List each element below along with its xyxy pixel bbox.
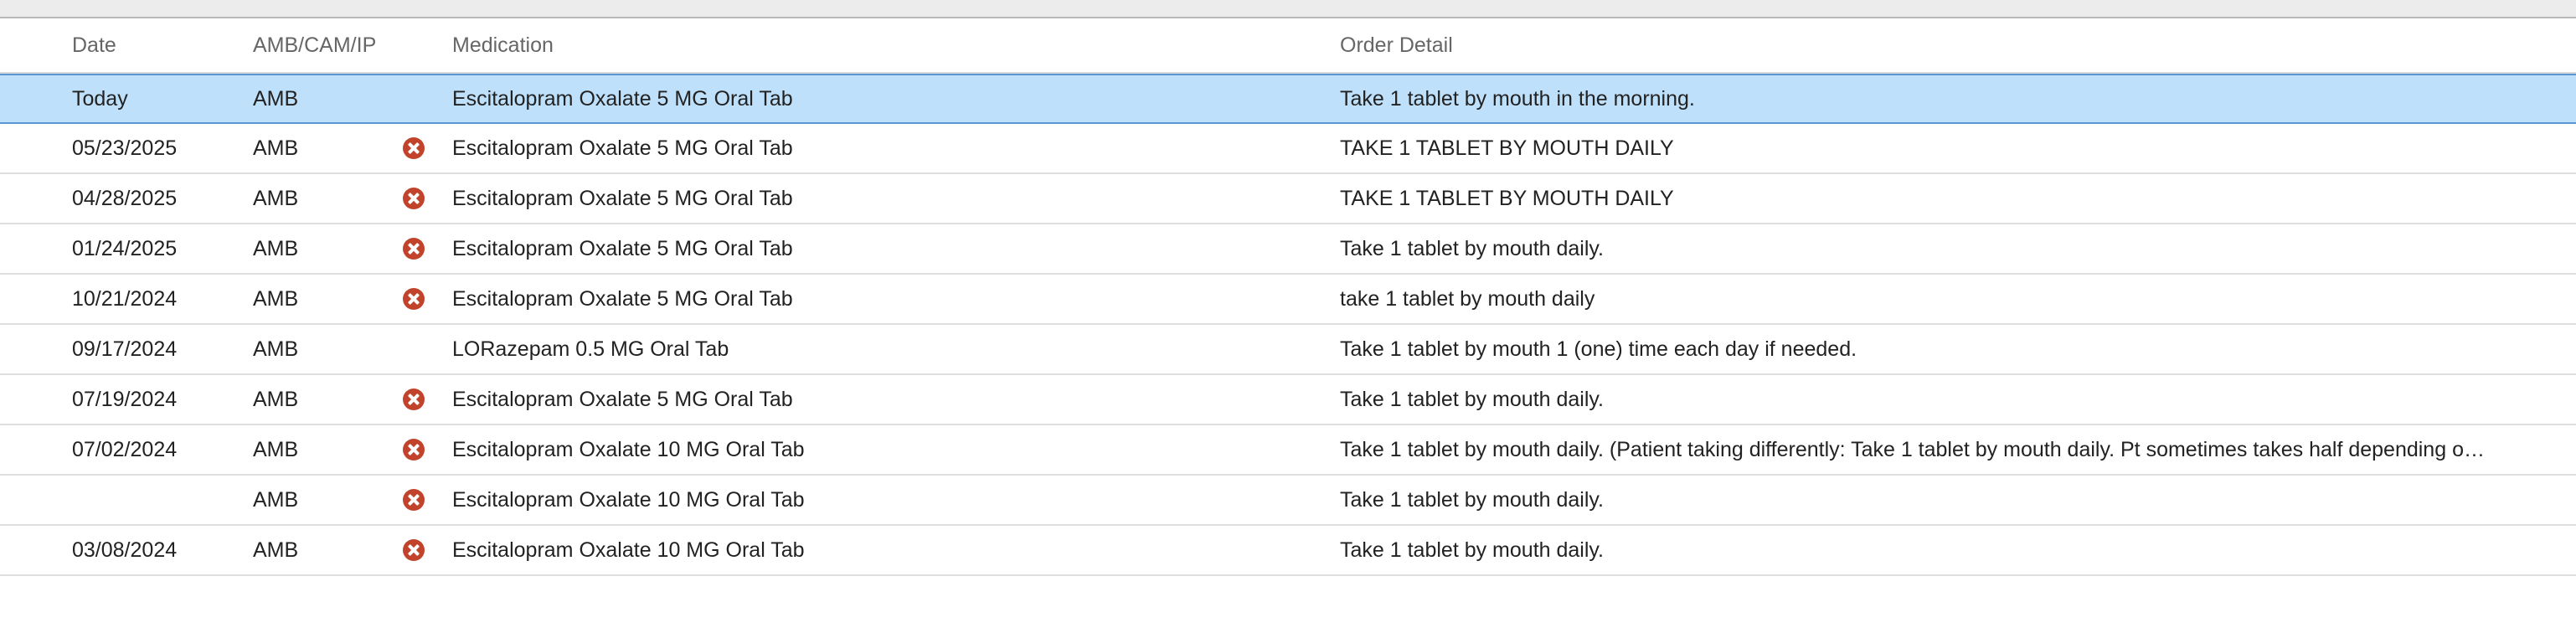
x-circle-icon [403,489,425,511]
row-date: 07/02/2024 [72,437,178,461]
row-date: 05/23/2025 [72,136,178,160]
row-status [397,476,430,524]
row-status [397,75,430,122]
top-toolbar-strip [0,0,2576,18]
row-order-detail: Take 1 tablet by mouth 1 (one) time each… [1340,337,1857,361]
table-row[interactable]: 07/19/2024 AMB Escitalopram Oxalate 5 MG O… [0,375,2576,425]
medication-history-table: Date AMB/CAM/IP Medication Order Detail … [0,18,2576,576]
table-header: Date AMB/CAM/IP Medication Order Detail [0,18,2576,74]
row-medication: Escitalopram Oxalate 5 MG Oral Tab [452,186,793,210]
row-medication: Escitalopram Oxalate 10 MG Oral Tab [452,487,805,512]
row-medication: Escitalopram Oxalate 5 MG Oral Tab [452,86,793,111]
row-medication: Escitalopram Oxalate 5 MG Oral Tab [452,136,793,160]
row-order-detail: Take 1 tablet by mouth daily. (Patient t… [1340,438,2485,461]
row-date [72,476,240,524]
table-row[interactable]: AMB Escitalopram Oxalate 10 MG Oral Tab Ta… [0,476,2576,526]
row-order-detail: TAKE 1 TABLET BY MOUTH DAILY [1340,136,1674,160]
row-date: 07/19/2024 [72,387,178,411]
table-body: Today AMB Escitalopram Oxalate 5 MG Oral T… [0,74,2576,576]
row-order-detail: take 1 tablet by mouth daily [1340,287,1595,311]
row-medication: Escitalopram Oxalate 10 MG Oral Tab [452,437,805,461]
row-order-detail: TAKE 1 TABLET BY MOUTH DAILY [1340,187,1674,210]
table-row[interactable]: 10/21/2024 AMB Escitalopram Oxalate 5 MG O… [0,275,2576,325]
row-medication: Escitalopram Oxalate 10 MG Oral Tab [452,538,805,562]
column-header-order-detail[interactable]: Order Detail [1340,18,2568,72]
column-header-amb-cam-ip[interactable]: AMB/CAM/IP [253,18,395,72]
x-circle-icon [403,188,425,209]
row-order-detail: Take 1 tablet by mouth in the morning. [1340,87,1695,111]
x-circle-icon [403,238,425,260]
table-row[interactable]: Today AMB Escitalopram Oxalate 5 MG Oral T… [0,74,2576,124]
row-amb-cam-ip: AMB [253,538,299,562]
row-amb-cam-ip: AMB [253,186,299,210]
row-medication: LORazepam 0.5 MG Oral Tab [452,337,729,361]
row-status [397,275,430,323]
row-status [397,375,430,424]
x-circle-icon [403,539,425,561]
row-order-detail: Take 1 tablet by mouth daily. [1340,488,1604,512]
row-status [397,224,430,273]
table-row[interactable]: 03/08/2024 AMB Escitalopram Oxalate 10 MG … [0,526,2576,576]
row-medication: Escitalopram Oxalate 5 MG Oral Tab [452,286,793,311]
row-amb-cam-ip: AMB [253,337,299,361]
table-row[interactable]: 01/24/2025 AMB Escitalopram Oxalate 5 MG O… [0,224,2576,275]
row-status [397,526,430,574]
row-amb-cam-ip: AMB [253,286,299,311]
row-date: Today [72,86,128,111]
table-row[interactable]: 04/28/2025 AMB Escitalopram Oxalate 5 MG O… [0,174,2576,224]
row-amb-cam-ip: AMB [253,487,299,512]
row-medication: Escitalopram Oxalate 5 MG Oral Tab [452,236,793,260]
row-date: 01/24/2025 [72,236,178,260]
row-date: 03/08/2024 [72,538,178,562]
row-order-detail: Take 1 tablet by mouth daily. [1340,538,1604,562]
row-status [397,124,430,172]
table-row[interactable]: 07/02/2024 AMB Escitalopram Oxalate 10 MG … [0,425,2576,476]
row-amb-cam-ip: AMB [253,136,299,160]
row-date: 09/17/2024 [72,337,178,361]
column-header-date[interactable]: Date [72,18,240,72]
x-circle-icon [403,439,425,460]
table-row[interactable]: 05/23/2025 AMB Escitalopram Oxalate 5 MG O… [0,124,2576,174]
column-header-medication[interactable]: Medication [452,18,1290,72]
x-circle-icon [403,137,425,159]
row-amb-cam-ip: AMB [253,437,299,461]
x-circle-icon [403,288,425,310]
row-amb-cam-ip: AMB [253,86,299,111]
row-status [397,174,430,223]
table-row[interactable]: 09/17/2024 AMB LORazepam 0.5 MG Oral Tab Ta… [0,325,2576,375]
row-order-detail: Take 1 tablet by mouth daily. [1340,388,1604,411]
x-circle-icon [403,388,425,410]
row-order-detail: Take 1 tablet by mouth daily. [1340,237,1604,260]
row-status [397,325,430,373]
row-amb-cam-ip: AMB [253,236,299,260]
row-status [397,425,430,474]
row-amb-cam-ip: AMB [253,387,299,411]
row-date: 04/28/2025 [72,186,178,210]
row-medication: Escitalopram Oxalate 5 MG Oral Tab [452,387,793,411]
row-date: 10/21/2024 [72,286,178,311]
